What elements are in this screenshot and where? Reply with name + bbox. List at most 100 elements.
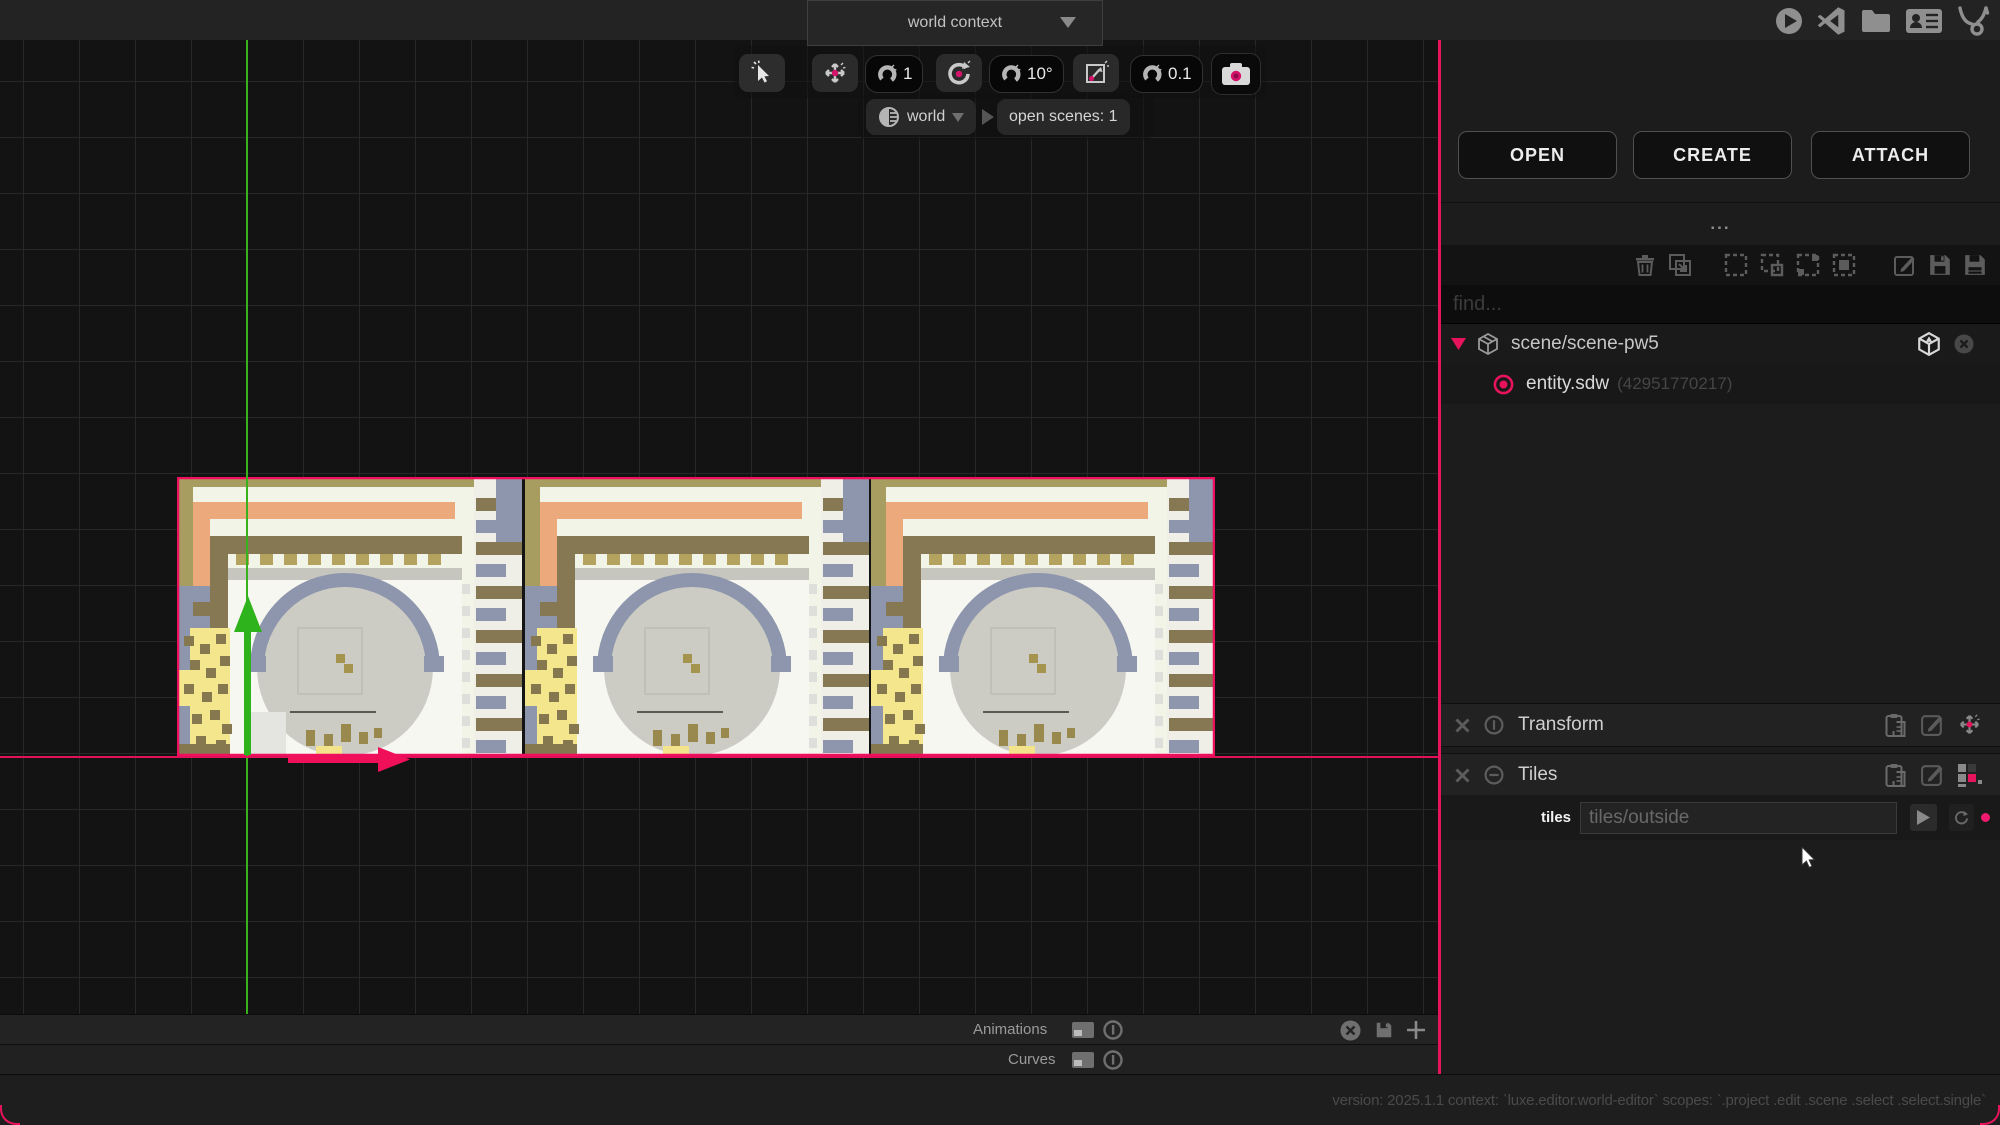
context-selector[interactable]: world context xyxy=(807,0,1103,46)
contact-card-icon[interactable] xyxy=(1905,7,1943,35)
package-icon[interactable] xyxy=(1916,331,1942,357)
delete-icon[interactable] xyxy=(1634,253,1656,277)
breadcrumb-chevron-icon xyxy=(982,109,994,125)
close-icon[interactable] xyxy=(1954,334,1974,354)
find-input[interactable] xyxy=(1441,285,2000,324)
save-icon[interactable] xyxy=(1928,253,1952,277)
save-icon[interactable] xyxy=(1374,1020,1394,1040)
save-all-icon[interactable] xyxy=(1963,253,1987,277)
scale-icon xyxy=(1086,60,1109,83)
transform-gizmo-icon[interactable] xyxy=(1956,711,1983,738)
tiles-field-row: tiles xyxy=(1441,795,2000,840)
close-icon[interactable] xyxy=(1340,1020,1361,1041)
panel-overflow[interactable]: ... xyxy=(1441,202,2000,245)
snap-scale-button[interactable]: 0.1 xyxy=(1130,55,1203,93)
magnet-icon xyxy=(1143,64,1162,82)
attach-button[interactable]: ATTACH xyxy=(1811,131,1970,179)
status-bar: version: 2025.1.1 context: `luxe.editor.… xyxy=(0,1074,2000,1125)
luxe-logo-icon[interactable] xyxy=(1956,5,1990,37)
entity-tree-node[interactable]: entity.sdw (42951770217) xyxy=(1441,364,2000,404)
open-scenes-badge[interactable]: open scenes: 1 xyxy=(997,99,1130,135)
rotate-tool-button[interactable] xyxy=(936,54,982,92)
chevron-down-icon xyxy=(1060,17,1076,28)
tilemap-sprite[interactable] xyxy=(177,477,1215,756)
select-add-icon[interactable] xyxy=(1760,253,1784,277)
tiles-component-header[interactable]: Tiles xyxy=(1441,753,2000,797)
snap-position-value: 1 xyxy=(903,64,913,83)
open-scenes-label: open scenes: 1 xyxy=(1009,108,1118,125)
gizmo-arrow-y[interactable] xyxy=(230,596,266,758)
snap-rotation-button[interactable]: 10° xyxy=(989,55,1064,93)
screenshot-button[interactable] xyxy=(1211,53,1261,95)
mouse-cursor xyxy=(1801,847,1816,869)
selected-radio-icon[interactable] xyxy=(1493,374,1514,395)
info-icon[interactable] xyxy=(1103,1020,1123,1040)
chevron-down-icon xyxy=(952,112,965,122)
scene-toolbar xyxy=(1441,245,2000,285)
tiles-reload-button[interactable] xyxy=(1949,804,1974,831)
world-selector-label: world xyxy=(907,108,946,125)
scale-tool-button[interactable] xyxy=(1073,54,1119,92)
info-icon[interactable] xyxy=(1484,715,1504,735)
panel-window-icon[interactable] xyxy=(1071,1021,1095,1039)
header-icon-cluster xyxy=(1774,5,1990,37)
create-button[interactable]: CREATE xyxy=(1633,131,1792,179)
folder-icon[interactable] xyxy=(1860,7,1892,35)
world-axis-x xyxy=(0,756,1438,758)
magnet-icon xyxy=(878,64,897,82)
animations-label: Animations xyxy=(973,1021,1048,1038)
move-icon xyxy=(825,62,846,83)
edit-icon[interactable] xyxy=(1893,253,1917,277)
rotate-icon xyxy=(948,60,971,85)
tiles-run-button[interactable] xyxy=(1910,804,1937,831)
create-button-label: CREATE xyxy=(1673,144,1752,165)
select-rect-icon[interactable] xyxy=(1724,253,1748,277)
snap-scale-value: 0.1 xyxy=(1168,64,1192,83)
select-tool-button[interactable] xyxy=(739,54,785,92)
snap-position-button[interactable]: 1 xyxy=(865,55,924,93)
magnet-icon xyxy=(1002,64,1021,82)
tiles-field-input[interactable] xyxy=(1580,801,1897,834)
vscode-icon[interactable] xyxy=(1817,6,1847,36)
panel-window-icon[interactable] xyxy=(1071,1051,1095,1069)
collapse-icon[interactable] xyxy=(1484,765,1504,785)
duplicate-icon[interactable] xyxy=(1668,253,1692,277)
open-button[interactable]: OPEN xyxy=(1458,131,1617,179)
select-group-icon[interactable] xyxy=(1832,253,1856,277)
inspector-panel: OPEN CREATE ATTACH ... find... scene/sce… xyxy=(1441,40,2000,1074)
scene-tree-node[interactable]: scene/scene-pw5 xyxy=(1441,324,2000,364)
world-axis-y xyxy=(246,40,248,1014)
tiles-icon[interactable] xyxy=(1956,762,1982,788)
remove-component-icon[interactable] xyxy=(1454,717,1471,734)
luxe-editor-window: 1 10° 0.1 world open scenes: 1 Animation… xyxy=(0,0,2000,1125)
live-indicator-dot xyxy=(1981,813,1990,822)
open-button-label: OPEN xyxy=(1509,144,1565,165)
attach-button-label: ATTACH xyxy=(1851,144,1930,165)
edit-component-icon[interactable] xyxy=(1920,762,1945,787)
animations-row[interactable]: Animations xyxy=(0,1014,1438,1045)
select-corners-icon[interactable] xyxy=(1796,253,1820,277)
curves-label: Curves xyxy=(1008,1051,1056,1068)
expand-caret-icon[interactable] xyxy=(1451,338,1466,350)
snap-rotation-value: 10° xyxy=(1027,64,1053,83)
scene-node-label: scene/scene-pw5 xyxy=(1511,333,1659,354)
copy-component-icon[interactable] xyxy=(1884,712,1909,738)
entity-node-label: entity.sdw xyxy=(1526,373,1610,394)
remove-component-icon[interactable] xyxy=(1454,767,1471,784)
camera-icon xyxy=(1222,63,1250,85)
move-tool-button[interactable] xyxy=(812,54,858,92)
panel-divider[interactable] xyxy=(1438,40,1441,1074)
info-icon[interactable] xyxy=(1103,1050,1123,1070)
curves-row[interactable]: Curves xyxy=(0,1044,1438,1075)
world-selector[interactable]: world xyxy=(866,99,977,135)
panel-actions-section: OPEN CREATE ATTACH xyxy=(1441,40,2000,203)
play-icon[interactable] xyxy=(1774,6,1804,36)
gizmo-arrow-x[interactable] xyxy=(288,744,412,774)
cursor-icon xyxy=(751,60,769,83)
add-icon[interactable] xyxy=(1405,1019,1427,1041)
copy-component-icon[interactable] xyxy=(1884,762,1909,788)
panel-overflow-label: ... xyxy=(1710,213,1731,233)
tiles-title: Tiles xyxy=(1518,764,1558,785)
transform-component-header[interactable]: Transform xyxy=(1441,703,2000,747)
edit-component-icon[interactable] xyxy=(1920,712,1945,737)
